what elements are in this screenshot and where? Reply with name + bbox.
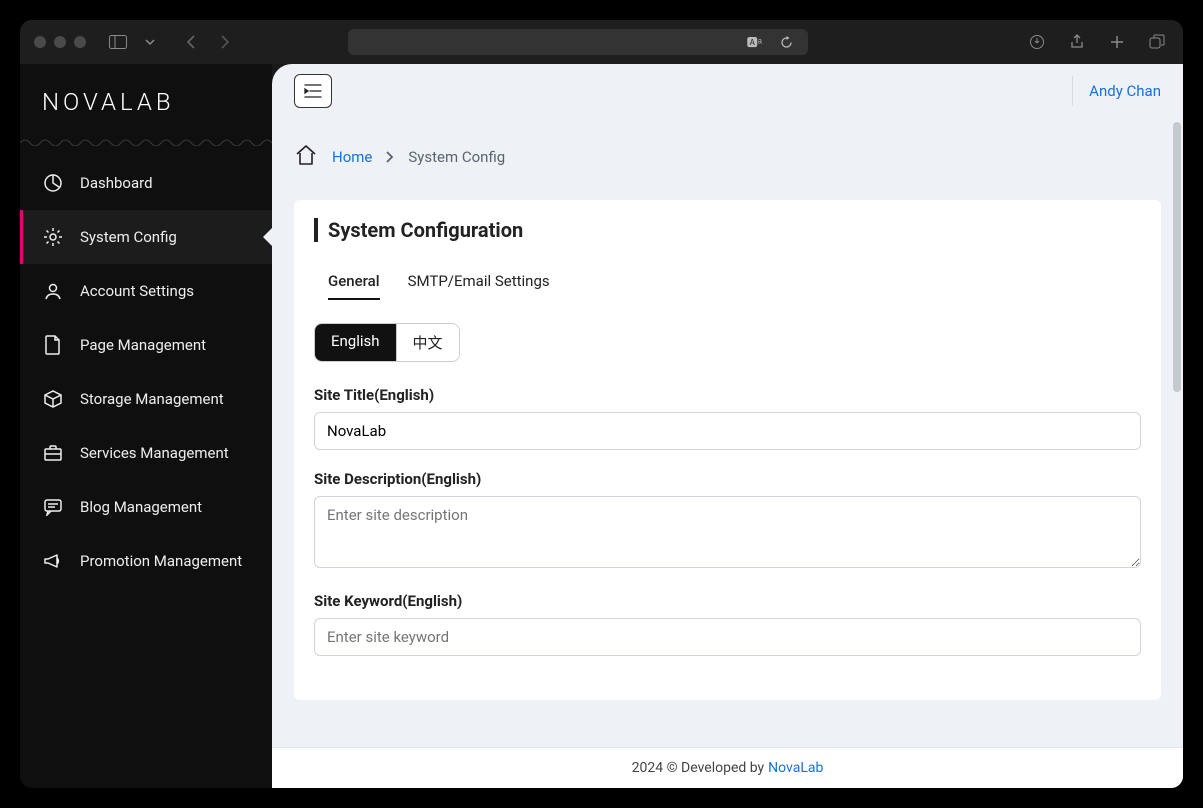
megaphone-icon bbox=[42, 550, 64, 572]
collapse-sidebar-button[interactable] bbox=[294, 74, 332, 108]
sidebar: NOVALAB Dashboard System Config Account Se… bbox=[20, 64, 272, 788]
sidebar-item-storage-management[interactable]: Storage Management bbox=[20, 372, 272, 426]
sidebar-item-label: Services Management bbox=[80, 444, 229, 462]
sidebar-item-label: Dashboard bbox=[80, 174, 153, 192]
field-site-title: Site Title(English) bbox=[314, 386, 1141, 450]
translate-icon[interactable]: 🅰︎ᵃ bbox=[742, 30, 766, 54]
sidebar-item-label: Account Settings bbox=[80, 282, 194, 300]
window-controls[interactable] bbox=[34, 36, 86, 48]
sidebar-item-label: Page Management bbox=[80, 336, 206, 354]
sidebar-item-system-config[interactable]: System Config bbox=[20, 210, 272, 264]
input-site-keyword[interactable] bbox=[314, 618, 1141, 656]
sidebar-item-dashboard[interactable]: Dashboard bbox=[20, 156, 272, 210]
sidebar-item-promotion-management[interactable]: Promotion Management bbox=[20, 534, 272, 588]
reload-icon[interactable] bbox=[774, 30, 798, 54]
user-icon bbox=[42, 280, 64, 302]
language-pills: English中文 bbox=[314, 323, 460, 362]
sidebar-item-blog-management[interactable]: Blog Management bbox=[20, 480, 272, 534]
url-bar[interactable]: 🅰︎ᵃ bbox=[348, 29, 808, 55]
sidebar-item-label: Storage Management bbox=[80, 390, 224, 408]
browser-titlebar: 🅰︎ᵃ bbox=[20, 20, 1183, 64]
content-scroll: Home System Config System Configuration … bbox=[272, 118, 1183, 748]
tabs-icon[interactable] bbox=[1145, 30, 1169, 54]
message-icon bbox=[42, 496, 64, 518]
minimize-dot-icon[interactable] bbox=[54, 36, 66, 48]
breadcrumb-home-link[interactable]: Home bbox=[332, 148, 372, 166]
gear-icon bbox=[42, 226, 64, 248]
forward-icon[interactable] bbox=[212, 30, 236, 54]
footer-link[interactable]: NovaLab bbox=[768, 760, 823, 776]
scrollbar-thumb[interactable] bbox=[1173, 122, 1181, 392]
maximize-dot-icon[interactable] bbox=[74, 36, 86, 48]
tabs: General SMTP/Email Settings bbox=[314, 264, 1141, 301]
input-site-title[interactable] bbox=[314, 412, 1141, 450]
sidebar-item-services-management[interactable]: Services Management bbox=[20, 426, 272, 480]
footer-text: 2024 © Developed by bbox=[632, 760, 765, 776]
share-icon[interactable] bbox=[1065, 30, 1089, 54]
field-site-description: Site Description(English) bbox=[314, 470, 1141, 572]
box-icon bbox=[42, 388, 64, 410]
lang-pill-1[interactable]: 中文 bbox=[396, 324, 459, 361]
field-site-keyword: Site Keyword(English) bbox=[314, 592, 1141, 656]
chevron-down-icon[interactable] bbox=[138, 30, 162, 54]
brand-logo: NOVALAB bbox=[20, 64, 272, 130]
sidebar-item-label: Blog Management bbox=[80, 498, 202, 516]
sidebar-toggle-icon[interactable] bbox=[106, 30, 130, 54]
tab-smtp-email-settings[interactable]: SMTP/Email Settings bbox=[408, 264, 550, 300]
config-card: System Configuration General SMTP/Email S… bbox=[294, 200, 1161, 700]
back-icon[interactable] bbox=[180, 30, 204, 54]
home-icon[interactable] bbox=[294, 144, 318, 170]
sidebar-item-label: Promotion Management bbox=[80, 552, 242, 570]
sidebar-item-label: System Config bbox=[80, 228, 177, 246]
page-title: System Configuration bbox=[314, 218, 1141, 242]
footer: 2024 © Developed by NovaLab bbox=[272, 748, 1183, 788]
input-site-description[interactable] bbox=[314, 496, 1141, 568]
close-dot-icon[interactable] bbox=[34, 36, 46, 48]
download-icon[interactable] bbox=[1025, 30, 1049, 54]
user-menu[interactable]: Andy Chan bbox=[1072, 76, 1161, 106]
sidebar-nav: Dashboard System Config Account Settings Pa… bbox=[20, 156, 272, 588]
breadcrumb: Home System Config bbox=[294, 144, 1161, 170]
sidebar-item-page-management[interactable]: Page Management bbox=[20, 318, 272, 372]
tab-general[interactable]: General bbox=[328, 264, 380, 300]
sidebar-item-account-settings[interactable]: Account Settings bbox=[20, 264, 272, 318]
breadcrumb-current: System Config bbox=[408, 148, 505, 166]
app-window: 🅰︎ᵃ NOVALAB Dashb bbox=[20, 20, 1183, 788]
lang-pill-0[interactable]: English bbox=[315, 324, 396, 361]
label-site-keyword: Site Keyword(English) bbox=[314, 592, 1141, 610]
pie-chart-icon bbox=[42, 172, 64, 194]
main-area: Andy Chan Home System Config bbox=[272, 64, 1183, 788]
new-tab-icon[interactable] bbox=[1105, 30, 1129, 54]
label-site-title: Site Title(English) bbox=[314, 386, 1141, 404]
file-icon bbox=[42, 334, 64, 356]
divider-wave bbox=[20, 134, 272, 146]
label-site-description: Site Description(English) bbox=[314, 470, 1141, 488]
indent-icon bbox=[304, 84, 322, 98]
topbar: Andy Chan bbox=[272, 64, 1183, 118]
briefcase-icon bbox=[42, 442, 64, 464]
chevron-right-icon bbox=[386, 148, 394, 167]
